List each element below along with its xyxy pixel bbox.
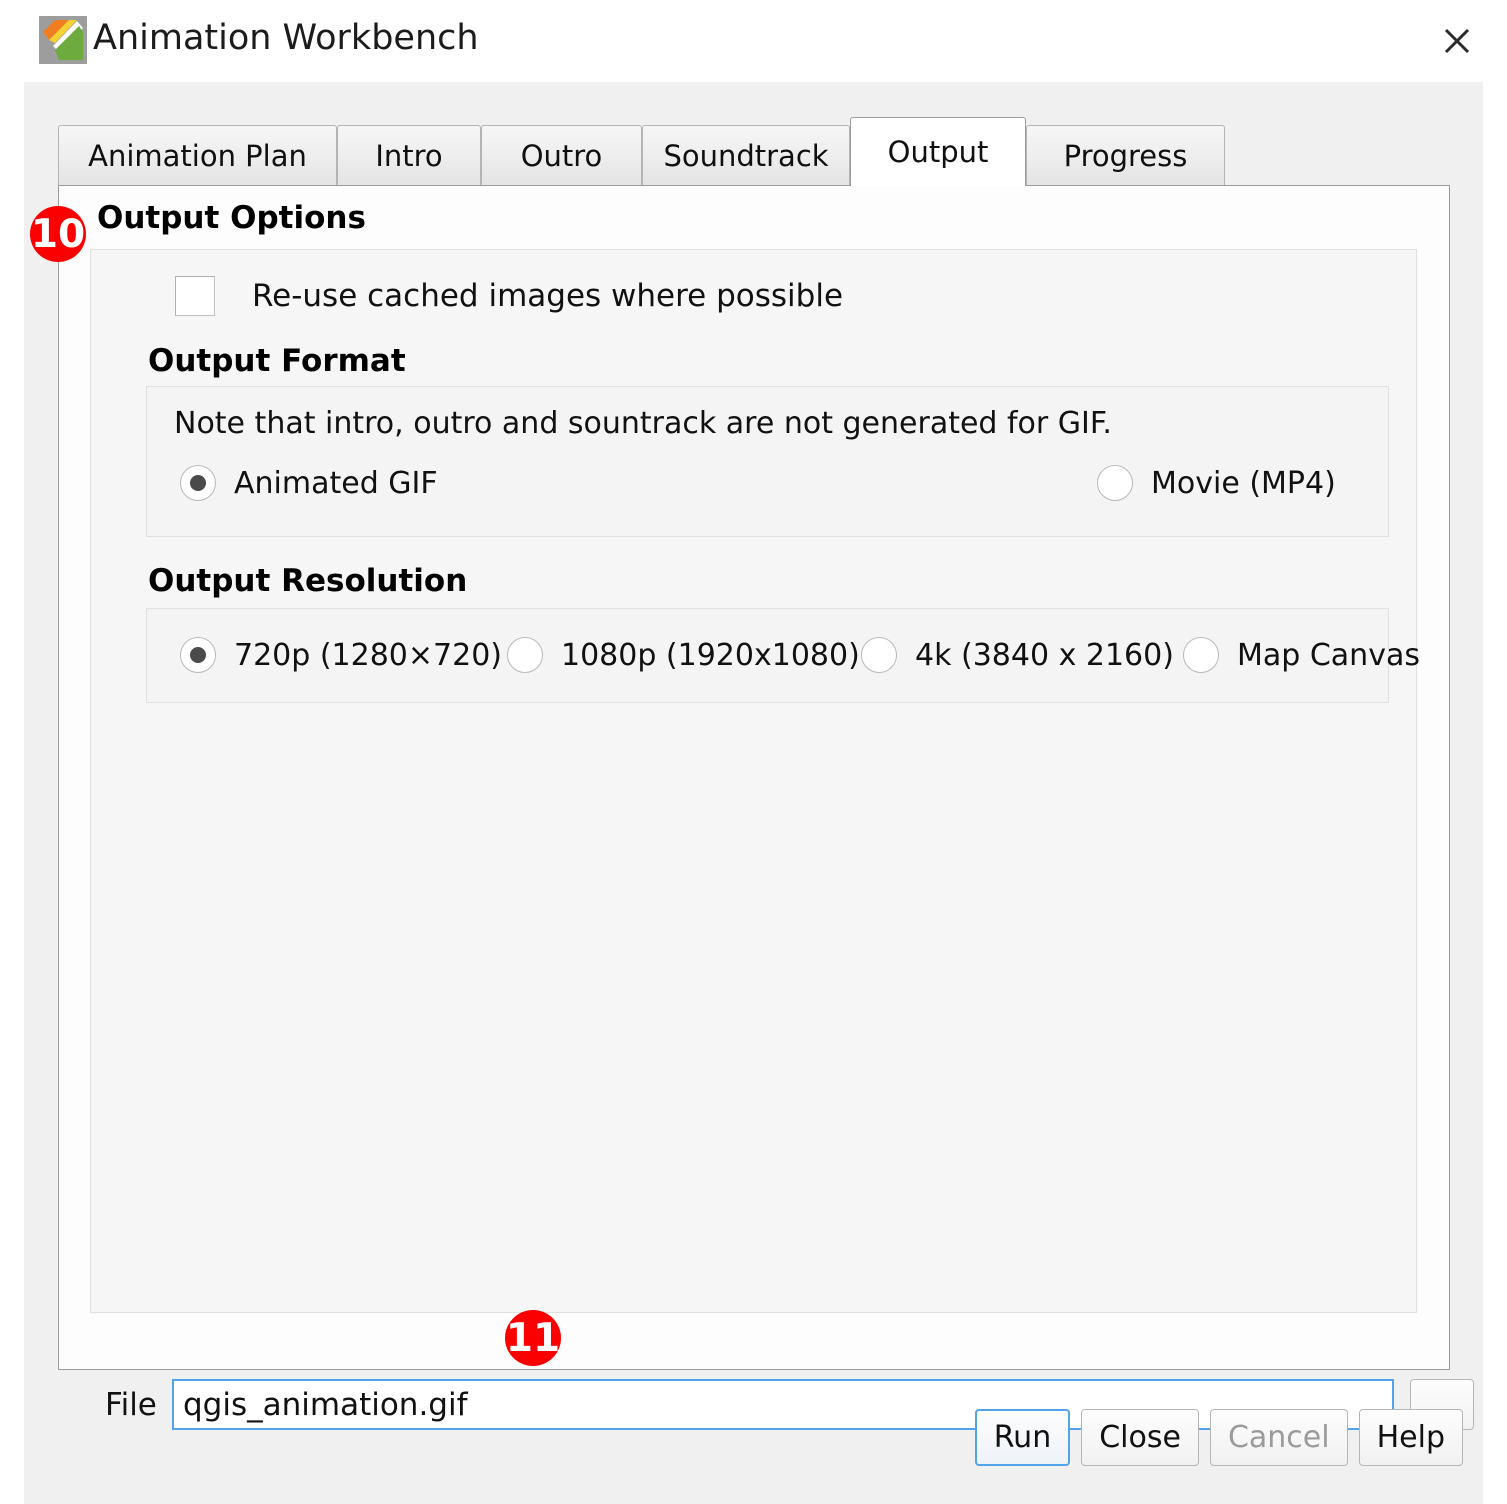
reuse-cached-images-checkbox[interactable]: Re-use cached images where possible [175, 276, 843, 316]
tab-label: Output [887, 135, 989, 169]
help-button[interactable]: Help [1358, 1409, 1463, 1466]
tab-output[interactable]: Output [850, 117, 1026, 186]
reuse-cached-images-label: Re-use cached images where possible [252, 278, 844, 314]
radio-4k[interactable]: 4k (3840 x 2160) [861, 637, 1174, 673]
tab-label: Soundtrack [663, 139, 829, 173]
annotation-badge-10: 10 [30, 206, 86, 262]
page-title: Output Options [97, 200, 366, 236]
radio-label: Movie (MP4) [1151, 465, 1336, 501]
radio-label: Animated GIF [234, 465, 438, 501]
output-format-group: Note that intro, outro and sountrack are… [146, 386, 1389, 537]
radio-label: 4k (3840 x 2160) [915, 637, 1174, 673]
close-icon[interactable] [1435, 20, 1479, 62]
dialog-button-bar: Run Close Cancel Help [974, 1409, 1463, 1466]
app-logo-icon [39, 16, 87, 64]
tab-animation-plan[interactable]: Animation Plan [58, 125, 337, 186]
radio-720p[interactable]: 720p (1280×720) [180, 637, 502, 673]
tab-label: Outro [520, 139, 603, 173]
checkbox-box-icon [175, 276, 215, 316]
dialog-body: Animation Plan Intro Outro Soundtrack Ou… [24, 82, 1483, 1504]
window-title: Animation Workbench [93, 18, 479, 58]
cancel-button: Cancel [1209, 1409, 1348, 1466]
tab-intro[interactable]: Intro [337, 125, 481, 186]
tab-bar: Animation Plan Intro Outro Soundtrack Ou… [58, 117, 1458, 186]
run-button[interactable]: Run [974, 1409, 1071, 1466]
radio-indicator-icon [1183, 637, 1219, 673]
output-resolution-group: 720p (1280×720) 1080p (1920x1080) 4k (38… [146, 608, 1420, 703]
tab-outro[interactable]: Outro [481, 125, 642, 186]
annotation-badge-11: 11 [505, 1310, 561, 1366]
radio-label: 720p (1280×720) [234, 637, 502, 673]
output-resolution-heading: Output Resolution [148, 563, 468, 599]
radio-indicator-icon [861, 637, 897, 673]
tab-soundtrack[interactable]: Soundtrack [642, 125, 850, 186]
output-format-heading: Output Format [148, 343, 406, 379]
output-tab-panel: Output Options Re-use cached images wher… [58, 185, 1450, 1370]
output-format-note: Note that intro, outro and sountrack are… [174, 406, 1112, 441]
output-options-group: Re-use cached images where possible Outp… [90, 249, 1420, 1313]
tab-label: Intro [375, 139, 443, 173]
radio-indicator-icon [180, 465, 216, 501]
radio-label: 1080p (1920x1080) [561, 637, 860, 673]
tab-label: Progress [1063, 139, 1188, 173]
file-label: File [105, 1387, 157, 1423]
radio-movie-mp4[interactable]: Movie (MP4) [1097, 465, 1336, 501]
tab-progress[interactable]: Progress [1026, 125, 1225, 186]
radio-animated-gif[interactable]: Animated GIF [180, 465, 438, 501]
radio-indicator-icon [1097, 465, 1133, 501]
radio-indicator-icon [180, 637, 216, 673]
radio-indicator-icon [507, 637, 543, 673]
radio-1080p[interactable]: 1080p (1920x1080) [507, 637, 860, 673]
tab-label: Animation Plan [88, 139, 307, 173]
radio-map-canvas[interactable]: Map Canvas [1183, 637, 1420, 673]
radio-label: Map Canvas [1237, 637, 1420, 673]
window-title-bar: Animation Workbench [0, 0, 1507, 82]
close-button[interactable]: Close [1081, 1409, 1199, 1466]
